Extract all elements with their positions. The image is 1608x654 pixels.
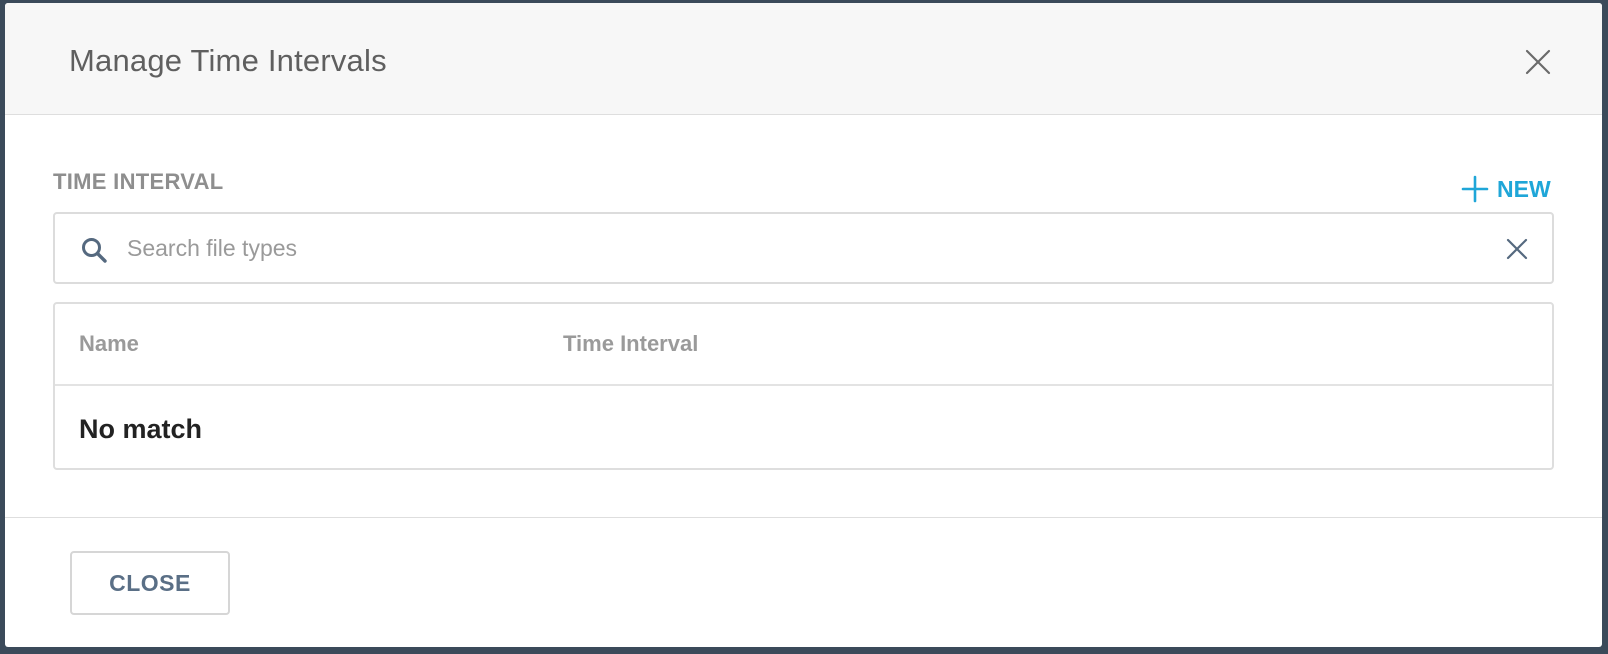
manage-time-intervals-dialog: Manage Time Intervals TIME INTERVAL NEW bbox=[5, 3, 1602, 647]
column-header-name[interactable]: Name bbox=[79, 331, 139, 357]
footer-divider bbox=[5, 517, 1602, 518]
section-label: TIME INTERVAL bbox=[53, 169, 224, 194]
plus-icon bbox=[1461, 175, 1489, 203]
close-icon[interactable] bbox=[1523, 47, 1553, 77]
empty-message: No match bbox=[79, 414, 203, 444]
dialog-title: Manage Time Intervals bbox=[69, 43, 387, 78]
new-button[interactable]: NEW bbox=[1461, 172, 1551, 206]
time-interval-table: Name Time Interval No match bbox=[53, 302, 1554, 470]
search-box bbox=[53, 212, 1554, 284]
search-input[interactable] bbox=[127, 226, 1457, 270]
column-header-time-interval[interactable]: Time Interval bbox=[563, 331, 698, 357]
new-button-label: NEW bbox=[1497, 175, 1551, 202]
table-header: Name Time Interval bbox=[55, 304, 1552, 386]
dialog-header: Manage Time Intervals bbox=[5, 3, 1602, 115]
close-button[interactable]: CLOSE bbox=[70, 551, 230, 615]
search-icon bbox=[82, 238, 107, 263]
clear-icon[interactable] bbox=[1505, 237, 1529, 261]
